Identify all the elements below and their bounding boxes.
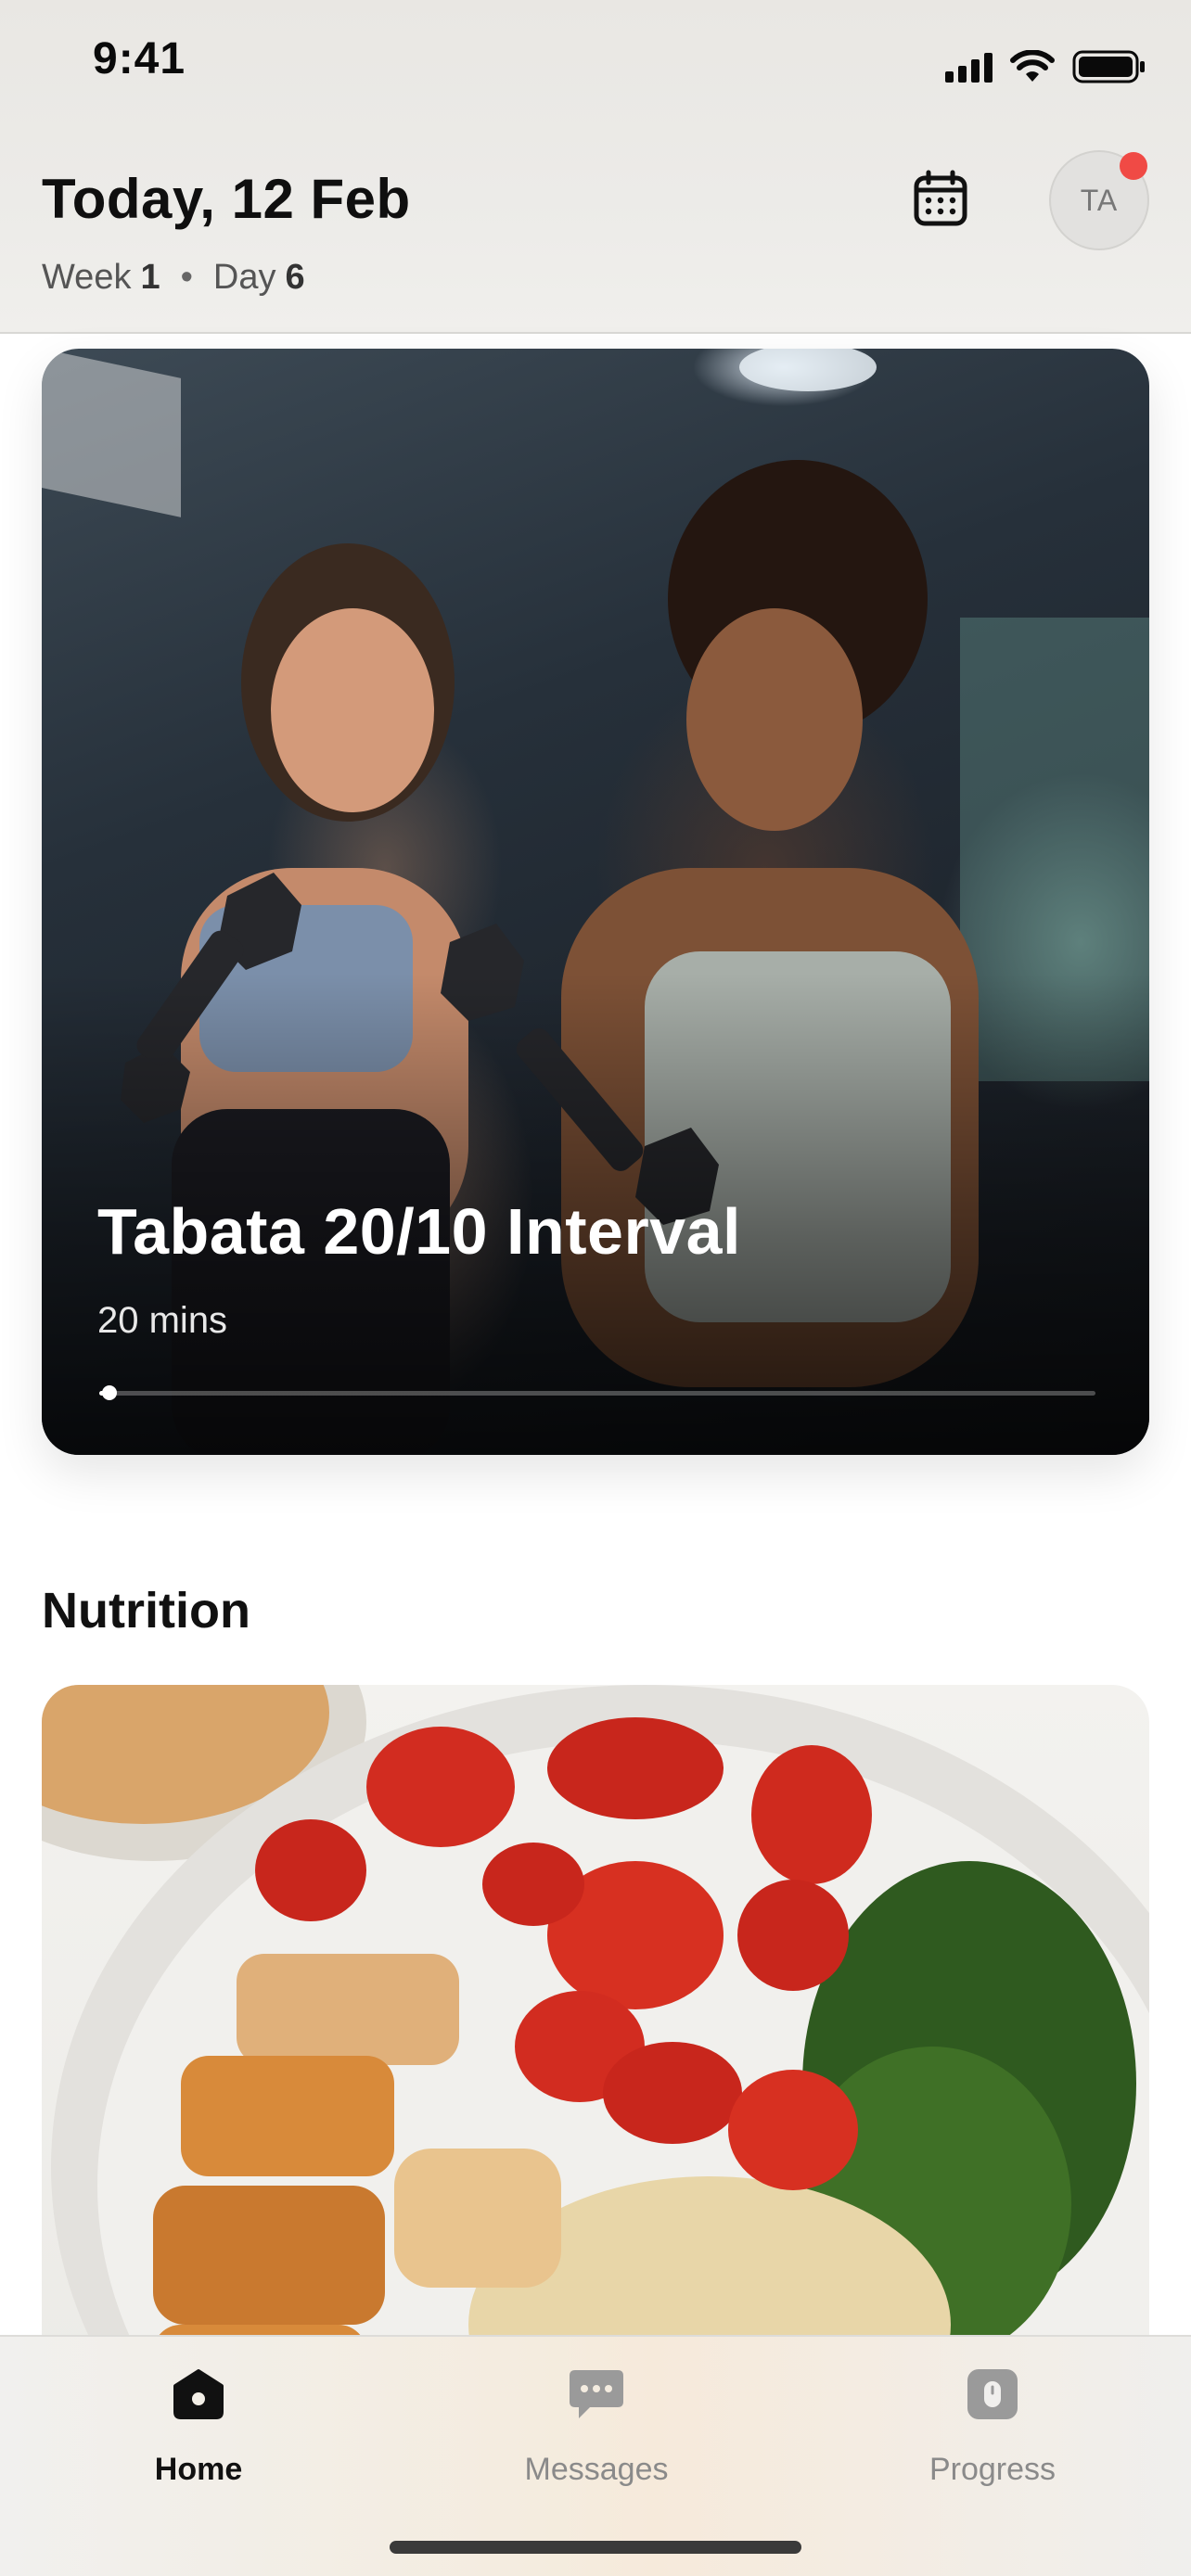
- status-icons: [945, 48, 1146, 85]
- workout-progress-knob: [101, 1385, 117, 1400]
- battery-icon: [1072, 49, 1146, 84]
- nutrition-photo: [42, 1685, 1149, 2390]
- nutrition-section-title: Nutrition: [42, 1583, 250, 1639]
- tab-progress-label: Progress: [928, 2452, 1057, 2487]
- calendar-button[interactable]: [909, 167, 972, 230]
- tab-home[interactable]: Home: [59, 2361, 338, 2500]
- week-day-indicator: Week 1 • Day 6: [42, 258, 305, 298]
- status-time: 9:41: [93, 34, 186, 83]
- avatar[interactable]: TA: [1049, 150, 1149, 250]
- tab-bar: Home Messages Progress: [0, 2335, 1191, 2576]
- wifi-icon: [1009, 50, 1056, 83]
- tab-progress[interactable]: Progress: [853, 2361, 1132, 2500]
- chat-icon: [566, 2361, 627, 2428]
- progress-icon: [965, 2361, 1020, 2428]
- tab-messages-label: Messages: [524, 2452, 669, 2487]
- workout-duration: 20 mins: [97, 1300, 228, 1341]
- header: 9:41 Today, 12 Feb Week 1 • Day 6 TA: [0, 0, 1191, 334]
- workout-progress-bar: [99, 1385, 1095, 1400]
- tab-messages[interactable]: Messages: [457, 2361, 736, 2500]
- home-indicator[interactable]: [390, 2541, 801, 2554]
- workout-title: Tabata 20/10 Interval: [97, 1195, 741, 1268]
- home-icon: [171, 2361, 226, 2428]
- week-label: Week: [42, 258, 132, 297]
- separator-dot: •: [180, 258, 193, 297]
- week-value: 1: [140, 258, 160, 297]
- page-title: Today, 12 Feb: [42, 168, 411, 230]
- tab-home-label: Home: [154, 2452, 243, 2487]
- calendar-icon: [914, 170, 967, 226]
- nutrition-card[interactable]: [42, 1685, 1149, 2390]
- avatar-initials: TA: [1080, 183, 1119, 217]
- cellular-signal-icon: [945, 51, 992, 83]
- workout-card[interactable]: Tabata 20/10 Interval 20 mins: [42, 349, 1149, 1455]
- notification-dot: [1120, 152, 1147, 180]
- day-label: Day: [212, 258, 276, 297]
- day-value: 6: [285, 258, 305, 297]
- status-bar: 9:41: [0, 0, 1191, 130]
